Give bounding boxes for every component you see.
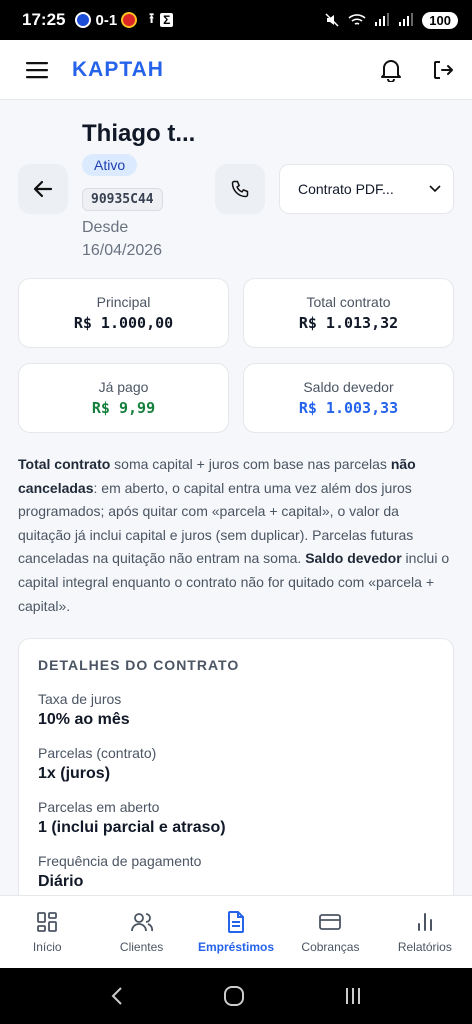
tab-label: Cobranças [301, 940, 360, 954]
client-name: Thiago t... [82, 120, 196, 147]
signal-icon [399, 13, 414, 26]
status-time: 17:25 [22, 10, 66, 29]
tab-cobrancas[interactable]: Cobranças [283, 896, 377, 968]
tab-clientes[interactable]: Clientes [94, 896, 188, 968]
document-icon [228, 911, 245, 933]
team-crest-icon [121, 12, 138, 28]
call-button[interactable] [215, 164, 265, 214]
team-crest-icon [75, 12, 92, 28]
bar-chart-icon [417, 913, 432, 931]
balance-label: Saldo devedor [303, 379, 394, 395]
since-value: 16/04/2026 [82, 242, 163, 259]
total-contract-label: Total contrato [306, 294, 391, 310]
nav-recents-icon[interactable] [343, 987, 363, 1005]
system-nav-bar [0, 968, 472, 1024]
explanation-term: Saldo devedor [305, 550, 402, 567]
wifi-icon [348, 14, 366, 25]
detail-label: Frequência de pagamento [38, 853, 202, 870]
paid-value: R$ 9,99 [91, 399, 156, 417]
detail-row: Frequência de pagamento Diário [38, 853, 433, 891]
detail-label: Taxa de juros [38, 691, 122, 708]
menu-icon[interactable] [26, 61, 48, 79]
explanation-term: Total contrato [18, 456, 111, 472]
phone-icon [231, 180, 249, 198]
status-badge: Ativo [82, 154, 138, 176]
status-bar: 17:25 0-1 ⭱ Σ 100 [0, 0, 472, 40]
detail-row: Parcelas em aberto 1 (inclui parcial e a… [38, 799, 433, 837]
main-content[interactable]: Thiago t... Ativo 90935C44 Desde 16/04/2… [0, 100, 472, 895]
card-icon [319, 914, 342, 930]
tab-inicio[interactable]: Início [0, 896, 94, 968]
explanation-part: soma capital + juros com base nas parcel… [110, 456, 391, 472]
principal-label: Principal [96, 294, 151, 310]
balance-card: Saldo devedor R$ 1.003,33 [243, 363, 454, 433]
total-contract-value: R$ 1.013,32 [298, 314, 399, 332]
summary-cards: Principal R$ 1.000,00 Total contrato R$ … [18, 278, 454, 433]
detail-value: 10% ao mês [38, 711, 130, 729]
app-brand: KAPTAH [72, 57, 164, 81]
detail-row: Taxa de juros 10% ao mês [38, 691, 433, 729]
back-button[interactable] [18, 164, 68, 214]
detail-value: 1 (inclui parcial e atraso) [38, 819, 226, 837]
nav-home-icon[interactable] [223, 985, 245, 1007]
arrow-left-icon [33, 180, 53, 198]
since-label: Desde [82, 219, 129, 236]
detail-value: 1x (juros) [38, 765, 111, 783]
detail-value: Diário [38, 873, 84, 891]
explanation-text: Total contrato soma capital + juros com … [18, 453, 454, 618]
sigma-icon: Σ [160, 13, 174, 27]
principal-card: Principal R$ 1.000,00 [18, 278, 229, 348]
contract-details-card: DETALHES DO CONTRATO Taxa de juros 10% a… [18, 638, 454, 895]
tab-label: Início [32, 940, 62, 954]
paid-label: Já pago [98, 379, 149, 395]
score-text: 0-1 [95, 11, 118, 29]
battery-indicator: 100 [422, 11, 458, 29]
mute-icon [325, 13, 339, 27]
tab-label: Empréstimos [198, 940, 275, 954]
tab-emprestimos[interactable]: Empréstimos [189, 896, 283, 968]
users-icon [130, 913, 153, 932]
details-title: DETALHES DO CONTRATO [38, 657, 240, 674]
logout-icon[interactable] [432, 59, 454, 81]
match-score: 0-1 [75, 11, 138, 29]
dashboard-icon [37, 912, 58, 932]
contract-pdf-select[interactable]: Contrato PDF... [279, 164, 454, 214]
since-date: Desde 16/04/2026 [82, 216, 162, 262]
principal-value: R$ 1.000,00 [73, 314, 174, 332]
total-contract-card: Total contrato R$ 1.013,32 [243, 278, 454, 348]
upload-icon: ⭱ [149, 10, 155, 26]
bell-icon[interactable] [380, 58, 402, 82]
client-profile: Thiago t... Ativo 90935C44 Desde 16/04/2… [18, 100, 454, 278]
app-header: KAPTAH [0, 40, 472, 100]
chevron-down-icon [429, 185, 441, 193]
bottom-tab-bar: Início Clientes Empréstimos Cobranças Re… [0, 895, 472, 968]
tab-label: Relatórios [397, 940, 452, 954]
detail-label: Parcelas (contrato) [38, 745, 157, 762]
detail-row: Parcelas (contrato) 1x (juros) [38, 745, 433, 783]
signal-icon [375, 13, 390, 26]
tab-label: Clientes [119, 940, 164, 954]
paid-card: Já pago R$ 9,99 [18, 363, 229, 433]
detail-label: Parcelas em aberto [38, 799, 160, 816]
balance-value: R$ 1.003,33 [298, 399, 399, 417]
tab-relatorios[interactable]: Relatórios [378, 896, 472, 968]
nav-back-icon[interactable] [109, 986, 125, 1006]
contract-code: 90935C44 [82, 188, 163, 211]
contract-pdf-select-value: Contrato PDF... [298, 181, 394, 197]
